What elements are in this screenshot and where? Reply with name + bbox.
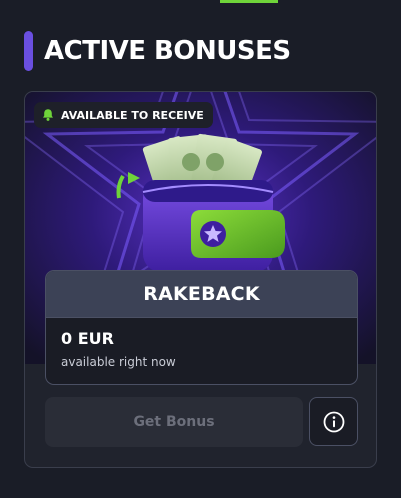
- bonus-card: AVAILABLE TO RECEIVE RAKEBACK 0 EUR avai…: [24, 91, 377, 468]
- info-icon: [323, 411, 345, 433]
- rakeback-panel-header: RAKEBACK: [46, 271, 357, 318]
- badge-label: AVAILABLE TO RECEIVE: [61, 108, 204, 122]
- available-to-receive-badge: AVAILABLE TO RECEIVE: [34, 102, 213, 128]
- top-accent-bar: [220, 0, 278, 3]
- page-title: ACTIVE BONUSES: [44, 36, 291, 66]
- header-accent-bar: [24, 31, 33, 71]
- rakeback-amount: 0 EUR: [61, 329, 114, 348]
- rakeback-title: RAKEBACK: [143, 283, 260, 305]
- info-button[interactable]: [309, 397, 358, 446]
- rakeback-amount-note: available right now: [61, 355, 176, 369]
- rakeback-panel: RAKEBACK 0 EUR available right now: [45, 270, 358, 385]
- get-bonus-button[interactable]: Get Bonus: [45, 397, 303, 447]
- bell-icon: [41, 108, 55, 122]
- section-header: ACTIVE BONUSES: [24, 30, 291, 72]
